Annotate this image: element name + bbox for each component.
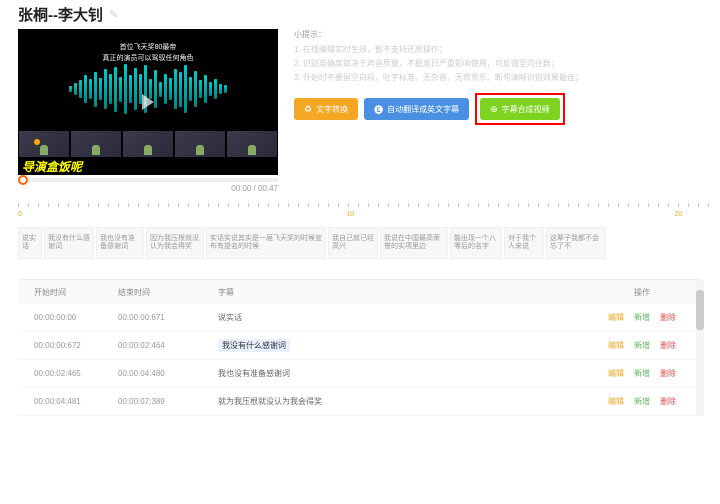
- timeline-segment[interactable]: 我说在中国最高荣誉的实项里边: [380, 227, 448, 259]
- page-title: 张桐--李大钊: [18, 4, 103, 25]
- video-icon: ⊕: [490, 104, 498, 115]
- timeline-track[interactable]: 说实话我没有什么感谢词我也没有准备感谢词因为我压根就没认为我会得奖实话实说其实是…: [18, 227, 702, 259]
- video-progress[interactable]: [18, 178, 278, 182]
- timeline-segment[interactable]: 因为我压根就没认为我会得奖: [146, 227, 204, 259]
- table-row[interactable]: 00:00:04:48100:00:07:389就为我压根就没认为我会得奖编辑新…: [18, 388, 702, 416]
- cell-start: 00:00:00:672: [18, 341, 118, 350]
- video-overlay-1: 首位飞天奖80最帝: [120, 43, 177, 53]
- table-row[interactable]: 00:00:02:46500:00:04:480我也没有准备感谢词编辑新增删除: [18, 360, 702, 388]
- edit-title-icon[interactable]: ✎: [109, 8, 118, 21]
- cell-ops: 编辑新增删除: [582, 340, 702, 351]
- ruler-tick: 10: [346, 211, 354, 218]
- translate-button[interactable]: 🅔自动翻译成英文字幕: [364, 98, 469, 120]
- video-overlay-2: 真正的演员可以驾驭任何角色: [103, 53, 194, 63]
- video-caption: 导演盒饭呢: [22, 158, 82, 175]
- video-time: 00:00 / 00:47: [18, 184, 278, 193]
- tips-title: 小提示：: [294, 29, 702, 40]
- cell-sub[interactable]: 我也没有准备感谢词: [218, 368, 582, 379]
- cell-end: 00:00:04:480: [118, 369, 218, 378]
- del-link[interactable]: 删除: [660, 340, 676, 351]
- del-link[interactable]: 删除: [660, 312, 676, 323]
- progress-handle[interactable]: [18, 175, 28, 185]
- video-thumbnail[interactable]: 首位飞天奖80最帝 真正的演员可以驾驭任何角色 导演盒饭呢: [18, 29, 278, 175]
- timeline-segment[interactable]: 这辈子我都不会忘了不: [546, 227, 606, 259]
- timeline-segment[interactable]: 我没有什么感谢词: [44, 227, 94, 259]
- highlight-box: ⊕字幕合成视频: [475, 93, 565, 125]
- del-link[interactable]: 删除: [660, 368, 676, 379]
- header-end: 结束时间: [118, 287, 218, 298]
- edit-link[interactable]: 编辑: [608, 312, 624, 323]
- edit-link[interactable]: 编辑: [608, 368, 624, 379]
- table-row[interactable]: 00:00:00:0000:00:00:671说实话编辑新增删除: [18, 304, 702, 332]
- add-link[interactable]: 新增: [634, 312, 650, 323]
- cell-ops: 编辑新增删除: [582, 396, 702, 407]
- add-link[interactable]: 新增: [634, 396, 650, 407]
- cell-start: 00:00:02:465: [18, 369, 118, 378]
- timeline-segment[interactable]: 能出现一个八零后的名字: [450, 227, 502, 259]
- header-start: 开始时间: [18, 287, 118, 298]
- tip-2: 2. 识别准确度取决于声音质量，不稳准日严重影响使用，可反馈至向往群；: [294, 58, 702, 69]
- add-link[interactable]: 新增: [634, 340, 650, 351]
- cell-end: 00:00:07:389: [118, 397, 218, 406]
- subtitle-table: 开始时间 结束时间 字幕 操作 00:00:00:0000:00:00:671说…: [18, 279, 702, 416]
- timeline-ruler[interactable]: 0 10 20: [18, 203, 702, 223]
- cell-end: 00:00:00:671: [118, 313, 218, 322]
- del-link[interactable]: 删除: [660, 396, 676, 407]
- cell-start: 00:00:00:00: [18, 313, 118, 322]
- video-player: 首位飞天奖80最帝 真正的演员可以驾驭任何角色 导演盒饭呢 00:00 / 00…: [18, 29, 278, 193]
- cell-sub[interactable]: 说实话: [218, 312, 582, 323]
- timeline-segment[interactable]: 对于我个人来说: [504, 227, 544, 259]
- timeline-segment[interactable]: 实话实说其实是一届飞天奖的时候宣布有提名的时候: [206, 227, 326, 259]
- translate-icon: 🅔: [374, 103, 383, 116]
- cell-sub[interactable]: 我没有什么感谢词: [218, 339, 582, 352]
- add-link[interactable]: 新增: [634, 368, 650, 379]
- header-sub: 字幕: [218, 287, 582, 298]
- cell-ops: 编辑新增删除: [582, 368, 702, 379]
- ruler-tick: 0: [18, 211, 22, 218]
- tip-3: 3. 开始时不要留空白段，吐字标准、无杂音、无背景乐、断句清晰识别效果最佳；: [294, 72, 702, 83]
- cell-start: 00:00:04:481: [18, 397, 118, 406]
- timeline-segment[interactable]: 说实话: [18, 227, 42, 259]
- convert-text-button[interactable]: ♻文字转换: [294, 98, 358, 120]
- tip-1: 1. 在线编辑实时生效，暂不支持还原操作；: [294, 44, 702, 55]
- edit-link[interactable]: 编辑: [608, 340, 624, 351]
- cell-sub[interactable]: 就为我压根就没认为我会得奖: [218, 396, 582, 407]
- cell-ops: 编辑新增删除: [582, 312, 702, 323]
- timeline-segment[interactable]: 我自己就已经高兴: [328, 227, 378, 259]
- ruler-tick: 20: [675, 211, 683, 218]
- compose-video-button[interactable]: ⊕字幕合成视频: [480, 98, 560, 120]
- doc-icon: ♻: [304, 104, 312, 115]
- edit-link[interactable]: 编辑: [608, 396, 624, 407]
- scrollbar[interactable]: [696, 280, 704, 416]
- scroll-thumb[interactable]: [696, 290, 704, 330]
- header-ops: 操作: [582, 287, 702, 298]
- cell-end: 00:00:02:464: [118, 341, 218, 350]
- timeline-segment[interactable]: 我也没有准备感谢词: [96, 227, 144, 259]
- play-icon[interactable]: [142, 94, 154, 110]
- table-row[interactable]: 00:00:00:67200:00:02:464我没有什么感谢词编辑新增删除: [18, 332, 702, 360]
